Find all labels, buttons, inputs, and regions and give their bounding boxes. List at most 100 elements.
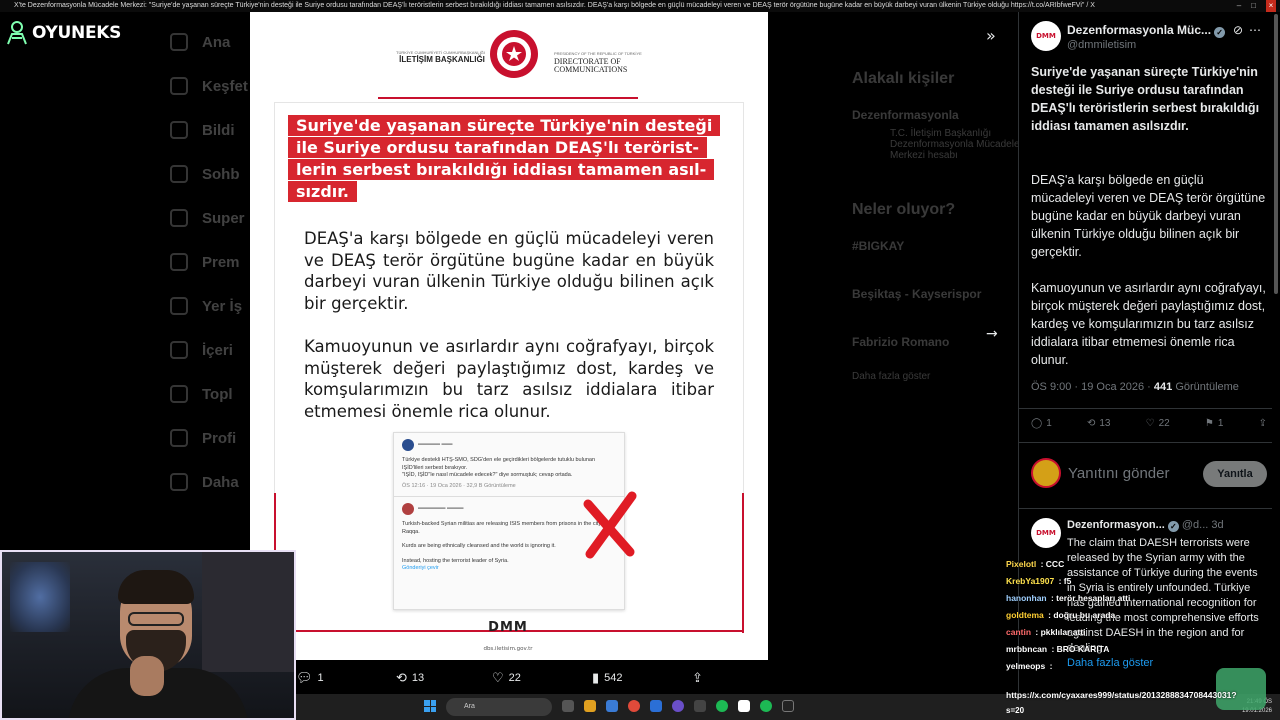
- dmm-logo-text: DMM: [488, 620, 528, 635]
- tweet-author[interactable]: DMM Dezenformasyonla Müc... ✓ @dmmiletisi…: [1031, 21, 1267, 61]
- author-handle[interactable]: @dmmiletisim: [1067, 39, 1136, 51]
- webcam-feed: [0, 550, 296, 720]
- minimize-icon[interactable]: –: [1237, 0, 1241, 12]
- repost-icon: ⟲: [1086, 418, 1096, 429]
- author-name[interactable]: Dezenformasyonla Müc... ✓: [1067, 23, 1226, 38]
- spotify-icon[interactable]: [716, 700, 728, 712]
- sidebar-item[interactable]: İçeri: [170, 328, 250, 372]
- media-image[interactable]: TÜRKİYE CUMHURİYETİ CUMHURBAŞKANLIĞI İLE…: [250, 12, 768, 660]
- stream-logo: OYUNEKS: [6, 18, 121, 48]
- sidebar-item[interactable]: Profi: [170, 416, 250, 460]
- next-image-icon[interactable]: →: [986, 326, 998, 342]
- chrome-icon[interactable]: [628, 700, 640, 712]
- edge-icon[interactable]: [606, 700, 618, 712]
- tweet-view-count: 441: [1153, 381, 1173, 393]
- task-view-icon[interactable]: [562, 700, 574, 712]
- related-name: Dezenformasyonla: [852, 108, 959, 122]
- reply-button[interactable]: ◯ 1: [1031, 418, 1052, 429]
- embed-meta: ÖS 12:16 · 19 Oca 2026 · 32,9 B Görüntül…: [402, 482, 516, 489]
- embed-user-placeholder: ▬▬▬▬ ▬▬: [418, 441, 453, 448]
- chat-username: yelmeops: [1006, 661, 1046, 671]
- trend-item: Beşiktaş - Kayserispor: [852, 287, 982, 301]
- chat-message: cantin : pkklılar atti: [1006, 627, 1086, 637]
- nav-icon: [170, 209, 188, 227]
- chat-message: goldtema : doğru bu arada: [1006, 610, 1116, 620]
- chat-text: terör hesapları atti: [1056, 593, 1131, 603]
- reply-input[interactable]: Yanıtını gönder: [1068, 465, 1169, 482]
- reply-button[interactable]: 💬︎ 1: [296, 671, 396, 686]
- tweet-text-paragraph: DEAŞ'a karşı bölgede en güçlü mücadeleyi…: [1031, 173, 1266, 259]
- embed-text: "IŞİD, IŞİD"le nasıl mücadele edecek?" d…: [402, 472, 573, 478]
- app-icon[interactable]: [650, 700, 662, 712]
- bookmark-button[interactable]: ⚑ 1: [1205, 418, 1224, 429]
- repost-button[interactable]: ⟲ 13: [1087, 418, 1111, 429]
- headline: Suriye'de yaşanan süreçte Türkiye'nin de…: [288, 115, 730, 203]
- spotify-icon[interactable]: [760, 700, 772, 712]
- tweet-text-bold: Suriye'de yaşanan süreçte Türkiye'nin de…: [1031, 65, 1260, 133]
- chat-text: doğru bu arada: [1053, 610, 1116, 620]
- controller-logo-icon: [7, 21, 27, 45]
- sidebar-item-label: Topl: [202, 385, 233, 403]
- chat-username: KrebYa1907: [1006, 576, 1055, 586]
- x-app-icon[interactable]: [782, 700, 794, 712]
- reply-count: 1: [317, 672, 324, 684]
- sidebar-item[interactable]: Bildi: [170, 108, 250, 152]
- close-icon[interactable]: ×: [1266, 0, 1276, 12]
- gov-right-title2: COMMUNICATIONS: [554, 65, 628, 74]
- repost-icon: ⟲: [396, 670, 407, 686]
- sidebar-item-label: İçeri: [202, 341, 233, 359]
- bookmark-icon: ⚑: [1204, 418, 1214, 429]
- scrollbar[interactable]: [1274, 14, 1278, 294]
- more-icon[interactable]: ⋯: [1249, 23, 1267, 37]
- embed-user-placeholder: ▬▬▬▬▬ ▬▬▬: [418, 505, 464, 512]
- verified-badge-icon: ✓: [1214, 27, 1226, 38]
- divider: [1019, 442, 1272, 443]
- taskbar-search[interactable]: Ara: [446, 698, 552, 716]
- window-title: X'te Dezenformasyonla Mücadele Merkezi: …: [14, 2, 1095, 9]
- logo-text: OYUNEKS: [32, 23, 122, 43]
- gov-left-label: TÜRKİYE CUMHURİYETİ CUMHURBAŞKANLIĞI İLE…: [396, 50, 485, 64]
- reply-author[interactable]: Dezenformasyon... ✓ @d... 3d: [1067, 519, 1224, 532]
- sidebar-item[interactable]: Super: [170, 196, 250, 240]
- sidebar-item-label: Keşfet: [202, 77, 248, 95]
- sidebar-item-label: Profi: [202, 429, 237, 447]
- sidebar-item-label: Ana: [202, 33, 231, 51]
- like-button[interactable]: ♡ 22: [492, 671, 592, 686]
- sidebar-item[interactable]: Yer İş: [170, 284, 250, 328]
- sidebar-item[interactable]: Keşfet: [170, 64, 250, 108]
- nav-icon: [170, 297, 188, 315]
- avatar[interactable]: DMM: [1031, 21, 1061, 51]
- obs-icon[interactable]: [694, 700, 706, 712]
- avatar[interactable]: DMM: [1031, 518, 1061, 548]
- embed-translate: Gönderiyi çevir: [402, 565, 439, 571]
- sidebar-item[interactable]: Prem: [170, 240, 250, 284]
- like-button[interactable]: ♡ 22: [1146, 418, 1170, 429]
- embed-text: Türkiye destekli HTŞ-SMO, SDG'den ele ge…: [402, 457, 596, 471]
- like-count: 22: [1158, 418, 1170, 429]
- tweet-header-icons: ⊘⋯: [1233, 23, 1267, 37]
- sidebar-item[interactable]: Topl: [170, 372, 250, 416]
- x-app-icon[interactable]: [738, 700, 750, 712]
- sidebar-item[interactable]: Ana: [170, 20, 250, 64]
- sidebar-item[interactable]: Daha: [170, 460, 250, 504]
- file-explorer-icon[interactable]: [584, 700, 596, 712]
- windows-start-icon[interactable]: [424, 700, 436, 712]
- status-url: https://x.com/cyaxares999/status/2013288…: [1006, 690, 1237, 700]
- collapse-panel-icon[interactable]: »: [986, 26, 996, 45]
- tweet-time[interactable]: ÖS 9:00 · 19 Oca 2026 ·: [1031, 381, 1154, 393]
- trend-item: #BIGKAY: [852, 239, 905, 253]
- maximize-icon[interactable]: □: [1251, 0, 1256, 12]
- gov-left-title: İLETİŞİM BAŞKANLIĞI: [399, 55, 485, 64]
- reply-submit-button[interactable]: Yanıtla: [1203, 461, 1267, 487]
- frame-right-accent: [742, 493, 744, 633]
- grok-icon[interactable]: ⊘: [1233, 23, 1249, 37]
- repost-count: 13: [1099, 418, 1111, 429]
- share-button[interactable]: ⇪: [692, 671, 722, 686]
- discord-icon[interactable]: [672, 700, 684, 712]
- sidebar-item[interactable]: Sohb: [170, 152, 250, 196]
- repost-button[interactable]: ⟲ 13: [396, 671, 492, 686]
- body-paragraph-2: Kamuoyunun ve asırlardır aynı coğrafyayı…: [304, 337, 714, 421]
- views-button[interactable]: ▮ 542: [592, 671, 692, 686]
- share-button[interactable]: ⇪: [1259, 418, 1267, 429]
- chat-text: CCC: [1045, 559, 1065, 569]
